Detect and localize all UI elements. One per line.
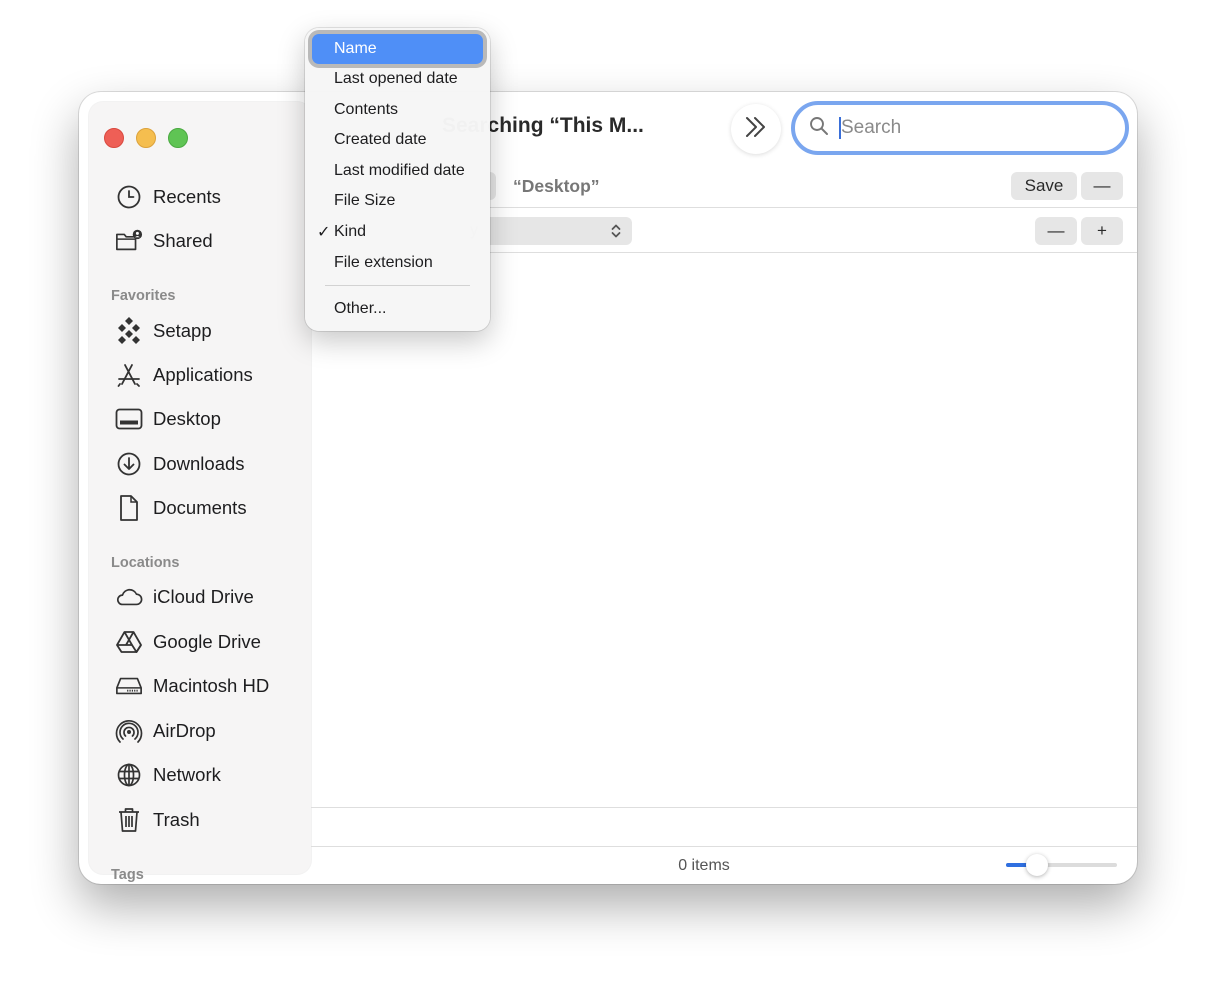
menu-separator	[325, 285, 470, 286]
applications-icon	[115, 361, 143, 389]
divider	[311, 807, 1137, 808]
sidebar-item-label: Documents	[153, 497, 247, 518]
favorites-header: Favorites	[111, 288, 176, 304]
checkmark-icon: ✓	[317, 224, 331, 241]
menu-item-other[interactable]: Other...	[312, 294, 483, 324]
sidebar-item-label: Applications	[153, 364, 253, 385]
sidebar-item-google-drive[interactable]: Google Drive	[115, 625, 261, 659]
locations-header: Locations	[111, 555, 180, 571]
trash-icon	[115, 806, 143, 834]
menu-item-label: Kind	[334, 223, 367, 240]
menu-item-file-extension[interactable]: File extension	[312, 248, 483, 278]
finder-window: Recents Shared Favorites Setapp Applicat…	[79, 92, 1137, 884]
shared-folder-icon	[115, 227, 143, 255]
sidebar-item-shared[interactable]: Shared	[115, 224, 213, 258]
sidebar-item-label: iCloud Drive	[153, 586, 254, 607]
document-icon	[115, 494, 143, 522]
sidebar-item-label: Macintosh HD	[153, 675, 270, 696]
google-drive-icon	[115, 628, 143, 656]
menu-item-kind[interactable]: ✓ Kind	[312, 217, 483, 247]
sidebar-item-label: Network	[153, 764, 221, 785]
search-input[interactable]: Search	[841, 117, 901, 139]
remove-scope-button[interactable]: —	[1081, 172, 1123, 200]
zoom-window-button[interactable]	[168, 128, 188, 148]
sidebar: Recents Shared Favorites Setapp Applicat…	[89, 102, 311, 883]
globe-icon	[115, 761, 143, 789]
clock-icon	[115, 183, 143, 211]
menu-item-label: File extension	[334, 254, 433, 271]
sidebar-item-applications[interactable]: Applications	[115, 358, 253, 392]
menu-item-last-opened-date[interactable]: Last opened date	[312, 64, 483, 94]
sidebar-item-label: Recents	[153, 186, 221, 207]
menu-item-label: Last modified date	[334, 162, 465, 179]
sidebar-item-trash[interactable]: Trash	[115, 803, 200, 837]
cloud-icon	[115, 583, 143, 611]
chevron-up-down-icon	[610, 223, 622, 244]
menu-item-contents[interactable]: Contents	[312, 95, 483, 125]
setapp-icon	[115, 317, 143, 345]
sidebar-item-label: Trash	[153, 809, 200, 830]
menu-item-label: Created date	[334, 131, 427, 148]
menu-item-label: Last opened date	[334, 70, 458, 87]
sidebar-item-airdrop[interactable]: AirDrop	[115, 714, 216, 748]
sidebar-item-label: Setapp	[153, 320, 212, 341]
menu-item-created-date[interactable]: Created date	[312, 125, 483, 155]
search-field[interactable]: Search	[791, 101, 1129, 155]
hard-drive-icon	[115, 672, 143, 700]
toolbar-overflow-button[interactable]	[731, 104, 781, 154]
add-rule-button[interactable]: +	[1081, 217, 1123, 245]
menu-item-label: File Size	[334, 192, 396, 209]
sidebar-item-label: AirDrop	[153, 720, 216, 741]
sidebar-item-label: Shared	[153, 230, 213, 251]
menu-item-label: Name	[334, 40, 377, 57]
sidebar-item-downloads[interactable]: Downloads	[115, 447, 245, 481]
desktop-icon	[115, 405, 143, 433]
icon-size-slider-knob[interactable]	[1026, 854, 1049, 876]
sort-by-menu: Name Last opened date Contents Created d…	[305, 28, 490, 331]
sidebar-item-label: Downloads	[153, 453, 245, 474]
sidebar-item-macintosh-hd[interactable]: Macintosh HD	[115, 669, 269, 703]
remove-rule-button[interactable]: —	[1035, 217, 1077, 245]
scope-desktop-button[interactable]: “Desktop”	[513, 176, 600, 197]
menu-item-name[interactable]: Name	[312, 34, 483, 64]
sidebar-item-documents[interactable]: Documents	[115, 491, 247, 525]
search-icon	[809, 116, 829, 141]
menu-item-label: Contents	[334, 101, 399, 118]
tags-header: Tags	[111, 867, 144, 883]
sidebar-item-desktop[interactable]: Desktop	[115, 402, 221, 436]
sidebar-item-setapp[interactable]: Setapp	[115, 314, 212, 348]
sidebar-item-network[interactable]: Network	[115, 758, 221, 792]
save-search-button[interactable]: Save	[1011, 172, 1077, 200]
minimize-window-button[interactable]	[136, 128, 156, 148]
download-icon	[115, 450, 143, 478]
sidebar-item-icloud-drive[interactable]: iCloud Drive	[115, 580, 254, 614]
sidebar-item-label: Desktop	[153, 408, 221, 429]
airdrop-icon	[115, 717, 143, 745]
sidebar-item-recents[interactable]: Recents	[115, 180, 221, 214]
close-window-button[interactable]	[104, 128, 124, 148]
menu-item-last-modified-date[interactable]: Last modified date	[312, 156, 483, 186]
menu-item-file-size[interactable]: File Size	[312, 186, 483, 216]
double-chevron-right-icon	[743, 116, 769, 143]
sidebar-item-label: Google Drive	[153, 631, 261, 652]
menu-item-label: Other...	[334, 300, 387, 317]
